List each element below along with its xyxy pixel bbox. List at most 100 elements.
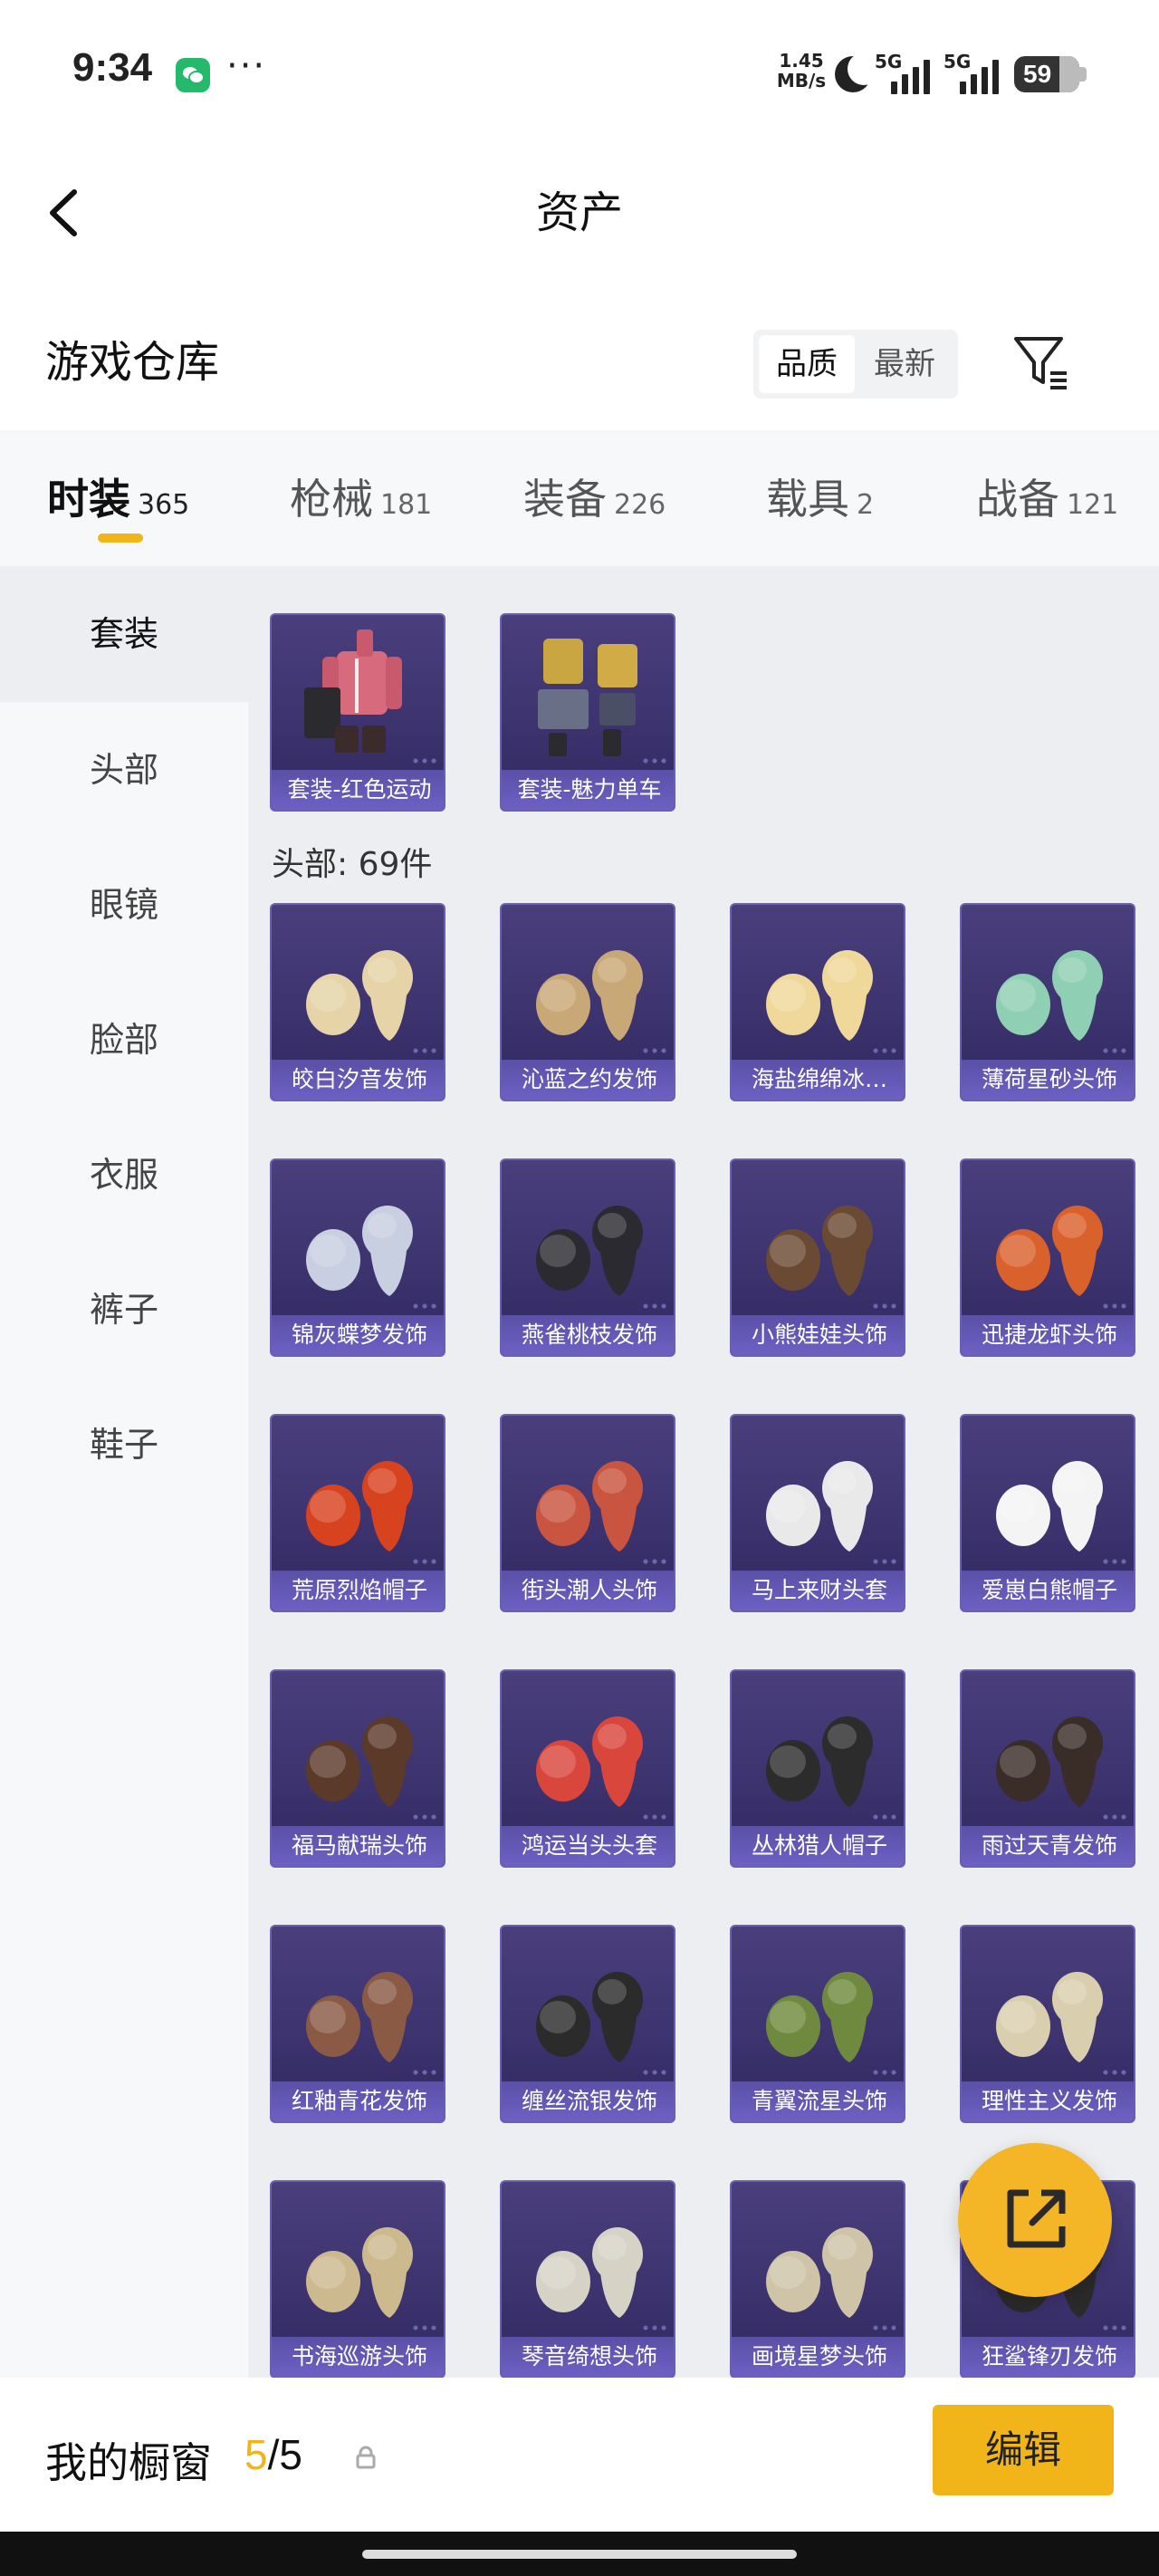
net-speed-unit: MB/s <box>776 70 827 91</box>
head-item-label: 理性主义发饰 <box>962 2081 1134 2121</box>
tab-weapons[interactable]: 枪械 181 <box>290 466 432 530</box>
set-card-yellow-cycling[interactable]: 套装-魅力单车 <box>500 613 675 812</box>
head-item-label: 小熊娃娃头饰 <box>732 1315 904 1355</box>
nav-bar: 资产 <box>0 145 1159 281</box>
signal-2-icon: 5G <box>943 51 1009 94</box>
head-item-card[interactable]: 海盐绵绵冰… <box>730 903 905 1101</box>
status-bar: 9:34 ··· 1.45 MB/s 5G 5G 59 <box>0 0 1159 145</box>
set-card-red-sport[interactable]: 套装-红色运动 <box>270 613 445 812</box>
head-item-label: 福马献瑞头饰 <box>272 1826 444 1866</box>
head-item-card[interactable]: 沁蓝之约发饰 <box>500 903 675 1101</box>
head-item-icon <box>306 2227 413 2318</box>
head-item-card[interactable]: 理性主义发饰 <box>960 1925 1135 2123</box>
head-item-label: 皎白汐音发饰 <box>272 1060 444 1100</box>
sidebar-item-clothes[interactable]: 衣服 <box>0 1107 248 1243</box>
head-item-icon <box>306 1716 413 1807</box>
tab-fashion-label: 时装 <box>47 475 130 524</box>
head-item-card[interactable]: 迅捷龙虾头饰 <box>960 1158 1135 1357</box>
filter-button[interactable] <box>1005 326 1078 399</box>
net-speed-value: 1.45 <box>779 50 824 72</box>
sidebar: 套装 头部 眼镜 脸部 衣服 裤子 鞋子 <box>0 566 248 2378</box>
head-item-icon <box>766 2227 873 2318</box>
head-item-card[interactable]: 荒原烈焰帽子 <box>270 1414 445 1612</box>
showcase-count: 5/5 <box>244 2430 302 2479</box>
head-item-icon <box>536 1716 643 1807</box>
head-item-label: 迅捷龙虾头饰 <box>962 1315 1134 1355</box>
head-item-icon <box>306 1206 413 1296</box>
sidebar-item-head[interactable]: 头部 <box>0 702 248 838</box>
head-item-card[interactable]: 薄荷星砂头饰 <box>960 903 1135 1101</box>
item-grid: 套装-红色运动 套装-魅力单车 头部: 69件 皎白汐音发饰 沁蓝之约发饰 海盐绵绵… <box>248 566 1159 2379</box>
head-item-card[interactable]: 缠丝流银发饰 <box>500 1925 675 2123</box>
head-item-label: 爱崽白熊帽子 <box>962 1571 1134 1610</box>
tab-equipment[interactable]: 装备 226 <box>523 466 666 530</box>
head-item-label: 燕雀桃枝发饰 <box>502 1315 674 1355</box>
head-item-icon <box>306 1461 413 1552</box>
head-item-label: 缠丝流银发饰 <box>502 2081 674 2121</box>
red-sport-outfit-icon <box>304 630 402 753</box>
head-item-card[interactable]: 锦灰蝶梦发饰 <box>270 1158 445 1357</box>
tab-fashion[interactable]: 时装 365 <box>47 466 189 530</box>
more-notifications-icon: ··· <box>226 45 267 87</box>
tab-weapons-label: 枪械 <box>290 475 373 524</box>
head-item-card[interactable]: 书海巡游头饰 <box>270 2180 445 2379</box>
sidebar-item-face[interactable]: 脸部 <box>0 972 248 1108</box>
head-item-icon <box>536 2227 643 2318</box>
head-item-card[interactable]: 画境星梦头饰 <box>730 2180 905 2379</box>
home-indicator[interactable] <box>362 2550 797 2559</box>
head-item-card[interactable]: 燕雀桃枝发饰 <box>500 1158 675 1357</box>
battery-icon: 59 <box>1014 56 1087 92</box>
head-item-card[interactable]: 红釉青花发饰 <box>270 1925 445 2123</box>
sidebar-item-glasses[interactable]: 眼镜 <box>0 837 248 973</box>
tab-equipment-label: 装备 <box>523 475 607 524</box>
tab-supplies[interactable]: 战备 121 <box>976 466 1118 530</box>
share-button[interactable] <box>958 2143 1112 2297</box>
sidebar-item-sets[interactable]: 套装 <box>0 566 248 702</box>
edit-button[interactable]: 编辑 <box>933 2405 1114 2495</box>
head-item-card[interactable]: 街头潮人头饰 <box>500 1414 675 1612</box>
signal-2-label: 5G <box>943 51 972 72</box>
head-item-card[interactable]: 雨过天青发饰 <box>960 1669 1135 1868</box>
lock-icon <box>356 2446 376 2469</box>
showcase-bar: 我的橱窗 5/5 编辑 <box>0 2378 1159 2532</box>
showcase-total: 5 <box>279 2431 302 2478</box>
battery-level: 59 <box>1023 60 1052 88</box>
net-speed: 1.45 MB/s <box>774 51 829 91</box>
status-time: 9:34 <box>72 45 153 90</box>
head-item-card[interactable]: 青翼流星头饰 <box>730 1925 905 2123</box>
wechat-icon <box>176 58 210 92</box>
yellow-cycling-outfit-icon <box>538 639 637 756</box>
filter-icon <box>1014 337 1067 389</box>
system-nav-bar <box>0 2532 1159 2576</box>
head-item-icon <box>766 1461 873 1552</box>
head-item-icon <box>766 1972 873 2062</box>
sort-newest-option[interactable]: 最新 <box>857 335 953 393</box>
head-item-icon <box>996 1716 1103 1807</box>
set-card-label: 套装-红色运动 <box>272 770 444 810</box>
head-item-card[interactable]: 小熊娃娃头饰 <box>730 1158 905 1357</box>
tab-supplies-count: 121 <box>1067 489 1119 521</box>
head-item-card[interactable]: 爱崽白熊帽子 <box>960 1414 1135 1612</box>
head-item-label: 雨过天青发饰 <box>962 1826 1134 1866</box>
head-item-icon <box>766 950 873 1041</box>
head-item-card[interactable]: 丛林猎人帽子 <box>730 1669 905 1868</box>
head-item-icon <box>536 1461 643 1552</box>
sidebar-item-shoes[interactable]: 鞋子 <box>0 1377 248 1513</box>
head-item-label: 红釉青花发饰 <box>272 2081 444 2121</box>
page-title: 资产 <box>535 187 623 238</box>
head-item-card[interactable]: 鸿运当头头套 <box>500 1669 675 1868</box>
tab-equipment-count: 226 <box>614 489 666 521</box>
head-item-label: 鸿运当头头套 <box>502 1826 674 1866</box>
head-item-card[interactable]: 琴音绮想头饰 <box>500 2180 675 2379</box>
head-item-card[interactable]: 皎白汐音发饰 <box>270 903 445 1101</box>
tab-vehicles[interactable]: 载具 2 <box>766 466 874 530</box>
set-card-label: 套装-魅力单车 <box>502 770 674 810</box>
head-item-label: 街头潮人头饰 <box>502 1571 674 1610</box>
warehouse-title: 游戏仓库 <box>45 337 220 388</box>
sort-quality-option[interactable]: 品质 <box>759 335 855 393</box>
head-item-card[interactable]: 福马献瑞头饰 <box>270 1669 445 1868</box>
head-item-card[interactable]: 马上来财头套 <box>730 1414 905 1612</box>
head-item-label: 薄荷星砂头饰 <box>962 1060 1134 1100</box>
sidebar-item-pants[interactable]: 裤子 <box>0 1242 248 1378</box>
main-area: 套装 头部 眼镜 脸部 衣服 裤子 鞋子 套装-红色运动 套装-魅力单车 头部:… <box>0 566 1159 2379</box>
